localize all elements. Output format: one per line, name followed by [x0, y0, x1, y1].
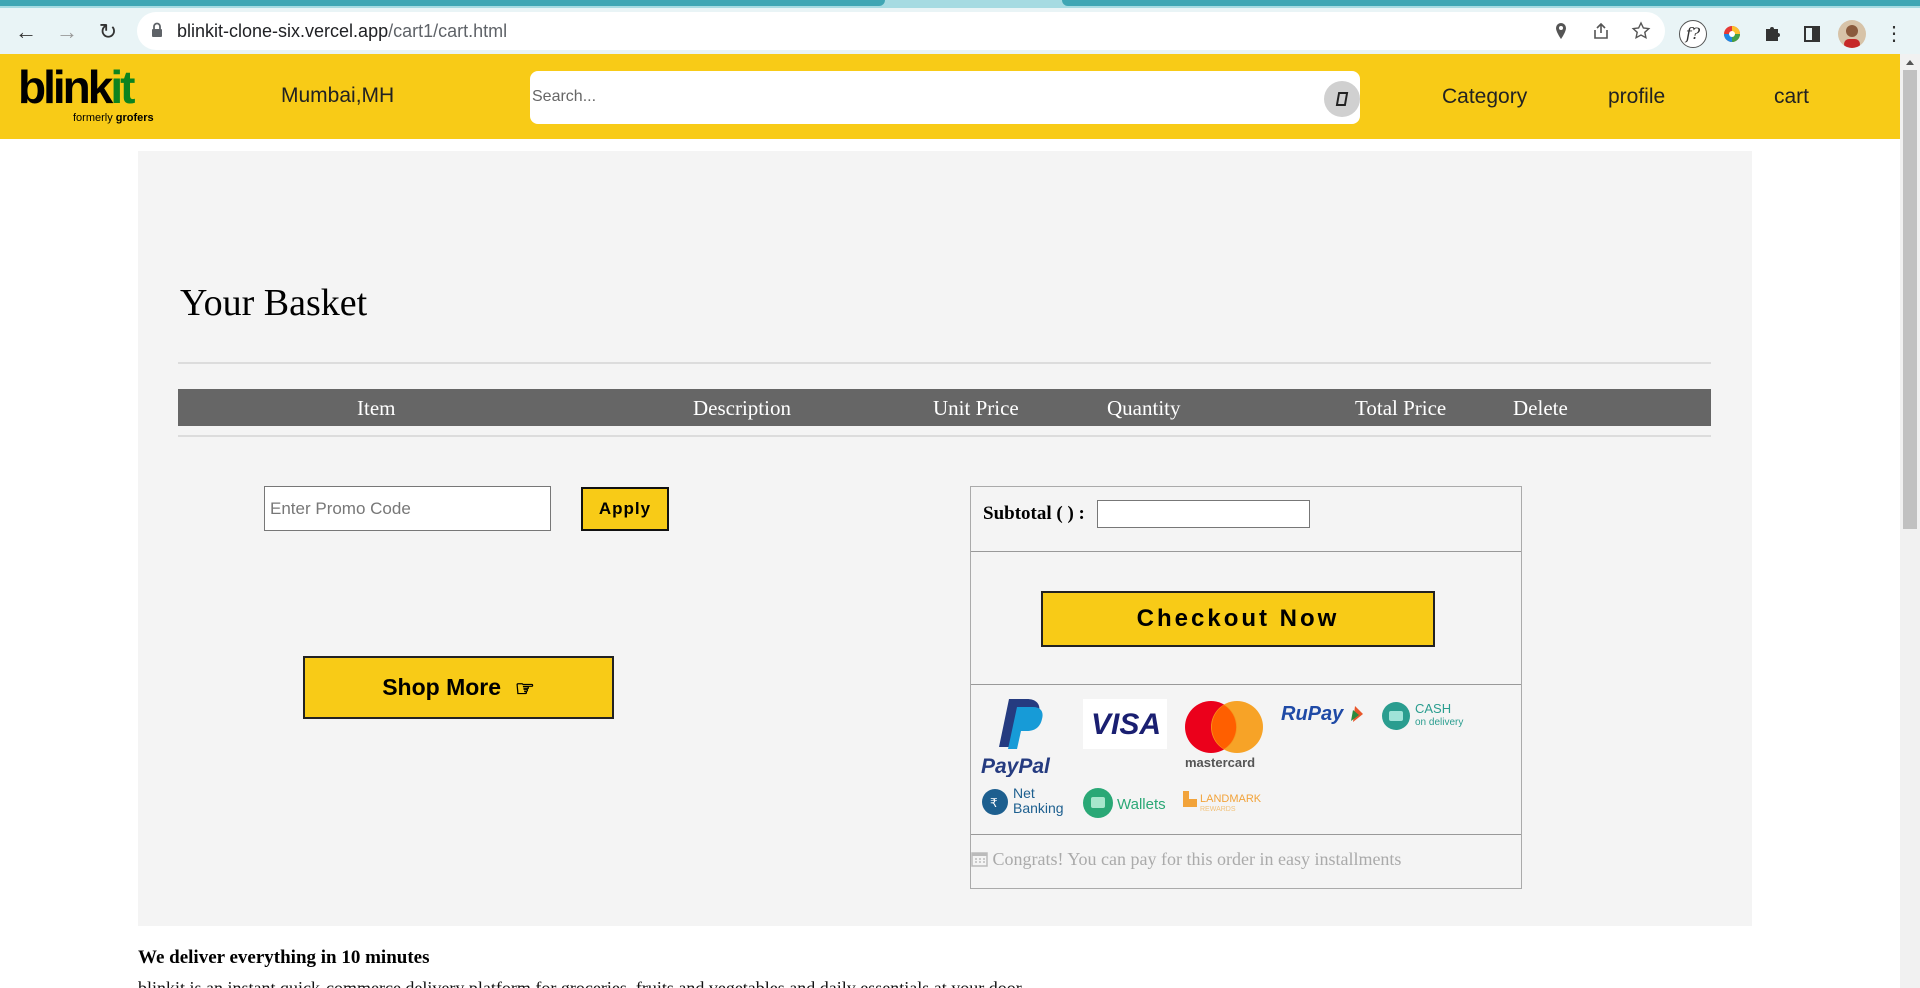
nav-profile[interactable]: profile	[1608, 85, 1665, 109]
svg-text:Net: Net	[1013, 785, 1035, 801]
nav-category[interactable]: Category	[1442, 85, 1527, 109]
lock-icon	[152, 22, 162, 37]
browser-menu-icon[interactable]: ⋮	[1880, 20, 1908, 48]
svg-text:on delivery: on delivery	[1415, 717, 1463, 728]
svg-text:LANDMARK: LANDMARK	[1200, 793, 1262, 805]
url-text: blinkit-clone-six.vercel.app/cart1/cart.…	[177, 21, 508, 41]
divider	[178, 362, 1711, 364]
search-bar	[530, 71, 1360, 124]
address-bar[interactable]: blinkit-clone-six.vercel.app/cart1/cart.…	[137, 12, 1665, 50]
cart-card: Your Basket Item Description Unit Price …	[138, 151, 1752, 926]
visa-logo-icon: VISA	[1083, 699, 1167, 749]
svg-text:RuPay: RuPay	[1281, 703, 1344, 725]
column-header-unit-price: Unit Price	[933, 396, 1019, 420]
checkout-button[interactable]: Checkout Now	[1041, 591, 1435, 647]
nav-cart[interactable]: cart	[1774, 85, 1809, 109]
net-banking-icon: ₹ Net Banking	[982, 785, 1064, 816]
browser-toolbar: ← → ↻ blinkit-clone-six.vercel.app/cart1…	[0, 8, 1920, 54]
share-icon[interactable]	[1591, 21, 1611, 41]
svg-text:VISA: VISA	[1091, 708, 1161, 741]
subtotal-field[interactable]	[1097, 500, 1310, 528]
calendar-icon	[971, 852, 988, 867]
subtotal-label: Subtotal ( ) :	[983, 503, 1085, 524]
paypal-logo-icon: PayPal	[981, 699, 1051, 777]
back-icon[interactable]: ←	[12, 18, 40, 46]
mastercard-logo-icon: mastercard	[1185, 701, 1263, 770]
column-header-delete: Delete	[1513, 396, 1568, 420]
scroll-up-arrow-icon[interactable]	[1906, 60, 1914, 65]
page-scrollbar[interactable]	[1900, 54, 1920, 988]
svg-text:₹: ₹	[990, 796, 998, 810]
shop-more-label: Shop More	[382, 674, 502, 700]
location-pin-icon[interactable]	[1551, 21, 1571, 41]
svg-text:CASH: CASH	[1415, 701, 1451, 716]
color-picker-extension-icon[interactable]	[1718, 20, 1746, 48]
cash-on-delivery-icon: CASH on delivery	[1382, 701, 1463, 730]
svg-text:mastercard: mastercard	[1185, 755, 1255, 770]
apply-promo-button[interactable]: Apply	[581, 487, 669, 531]
footer-heading: We deliver everything in 10 minutes	[138, 947, 430, 968]
divider	[971, 551, 1521, 552]
extensions-puzzle-icon[interactable]	[1758, 20, 1786, 48]
forward-icon[interactable]: →	[53, 18, 81, 46]
search-input[interactable]	[532, 83, 1292, 111]
location-label[interactable]: Mumbai,MH	[281, 84, 394, 108]
column-header-description: Description	[693, 396, 791, 420]
bookmark-star-icon[interactable]	[1631, 21, 1651, 41]
column-header-quantity: Quantity	[1107, 396, 1181, 420]
order-summary: Subtotal ( ) : Checkout Now PayPal VISA …	[970, 486, 1522, 889]
column-header-item: Item	[357, 396, 396, 420]
column-header-total-price: Total Price	[1355, 396, 1447, 420]
divider	[971, 834, 1521, 835]
svg-text:REWARDS: REWARDS	[1200, 806, 1236, 813]
side-panel-icon[interactable]	[1798, 20, 1826, 48]
pointing-hand-icon: ☞	[515, 676, 535, 702]
profile-avatar[interactable]	[1838, 20, 1866, 48]
svg-text:Banking: Banking	[1013, 800, 1064, 816]
scrollbar-thumb[interactable]	[1903, 70, 1917, 529]
page-title: Your Basket	[180, 282, 368, 324]
rupay-logo-icon: RuPay	[1281, 703, 1363, 725]
shop-more-button[interactable]: Shop More ☞	[303, 656, 614, 719]
divider	[178, 435, 1711, 437]
reload-icon[interactable]: ↻	[94, 18, 122, 46]
cart-table-header: Item Description Unit Price Quantity Tot…	[178, 389, 1711, 426]
wallets-icon: Wallets	[1083, 788, 1166, 818]
landmark-rewards-icon: LANDMARK REWARDS	[1183, 791, 1262, 813]
search-button[interactable]	[1324, 81, 1360, 117]
blinkit-logo[interactable]: blinkit formerly grofers	[18, 64, 154, 124]
footer-description: blinkit is an instant quick-commerce del…	[138, 979, 1178, 988]
svg-text:PayPal: PayPal	[981, 755, 1051, 777]
formula-extension-icon[interactable]: f?	[1679, 20, 1707, 48]
site-header: blinkit formerly grofers Mumbai,MH Categ…	[0, 54, 1900, 139]
installment-note: Congrats! You can pay for this order in …	[971, 849, 1401, 870]
browser-tabstrip	[0, 0, 1920, 8]
divider	[971, 684, 1521, 685]
promo-code-input[interactable]	[264, 486, 551, 531]
search-icon	[1335, 92, 1349, 106]
svg-text:Wallets: Wallets	[1117, 796, 1166, 813]
